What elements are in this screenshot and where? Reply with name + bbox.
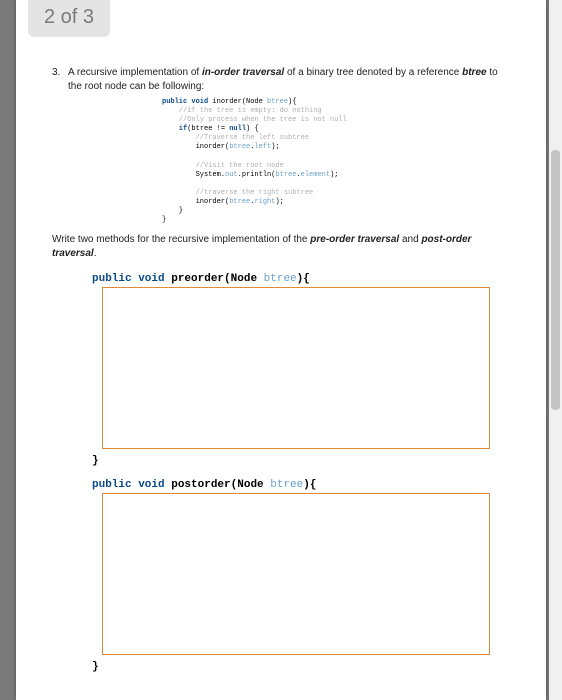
code-txt: ); bbox=[330, 171, 338, 179]
code-var: btree bbox=[275, 171, 296, 179]
code-out: out bbox=[225, 171, 238, 179]
code-txt: inorder( bbox=[162, 143, 229, 151]
postorder-close-brace: } bbox=[92, 661, 510, 673]
followup-text: Write two methods for the recursive impl… bbox=[52, 233, 510, 261]
document-page: 2 of 3 3. A recursive implementation of … bbox=[16, 0, 546, 700]
sig-kw: public void bbox=[92, 479, 165, 491]
question-text: A recursive implementation of in-order t… bbox=[68, 66, 510, 94]
code-txt: System. bbox=[162, 171, 225, 179]
preorder-signature: public void preorder(Node btree){ bbox=[92, 273, 510, 285]
code-var: element bbox=[301, 171, 330, 179]
code-kw: public void bbox=[162, 98, 208, 106]
code-var: btree bbox=[229, 198, 250, 206]
question-text-b: of a binary tree denoted by a reference bbox=[284, 67, 462, 78]
term-preorder: pre-order traversal bbox=[310, 234, 399, 245]
sig-txt: preorder(Node bbox=[165, 273, 264, 285]
code-txt: inorder(Node bbox=[208, 98, 267, 106]
sig-param: btree bbox=[264, 273, 297, 285]
term-inorder: in-order traversal bbox=[202, 67, 284, 78]
sig-txt: ){ bbox=[303, 479, 316, 491]
code-sample: public void inorder(Node btree){ //if th… bbox=[162, 98, 510, 225]
question-text-a: A recursive implementation of bbox=[68, 67, 202, 78]
sig-param: btree bbox=[270, 479, 303, 491]
term-btree: btree bbox=[462, 67, 486, 78]
followup-c: . bbox=[94, 248, 97, 259]
code-var: btree bbox=[229, 143, 250, 151]
code-var: left bbox=[254, 143, 271, 151]
followup-a: Write two methods for the recursive impl… bbox=[52, 234, 310, 245]
preorder-answer-box bbox=[102, 287, 490, 449]
postorder-signature: public void postorder(Node btree){ bbox=[92, 479, 510, 491]
code-comment: //Traverse the left subtree bbox=[162, 134, 309, 142]
code-txt: ); bbox=[275, 198, 283, 206]
followup-b: and bbox=[399, 234, 421, 245]
code-txt: } bbox=[162, 207, 183, 215]
code-txt: (btree != bbox=[187, 125, 229, 133]
viewer-viewport: 2 of 3 3. A recursive implementation of … bbox=[0, 0, 562, 700]
question-row: 3. A recursive implementation of in-orde… bbox=[52, 66, 510, 94]
code-var: btree bbox=[267, 98, 288, 106]
code-comment: //Only process when the tree is not null bbox=[162, 116, 347, 124]
sig-kw: public void bbox=[92, 273, 165, 285]
scrollbar-thumb[interactable] bbox=[551, 150, 560, 410]
code-txt: ){ bbox=[288, 98, 296, 106]
page-content: 3. A recursive implementation of in-orde… bbox=[52, 66, 510, 673]
code-txt: .println( bbox=[238, 171, 276, 179]
code-txt: ) { bbox=[246, 125, 259, 133]
sig-txt: postorder(Node bbox=[165, 479, 271, 491]
code-comment: //traverse the right subtree bbox=[162, 189, 313, 197]
code-var: right bbox=[254, 198, 275, 206]
vertical-scrollbar[interactable] bbox=[549, 0, 562, 700]
code-kw: null bbox=[229, 125, 246, 133]
code-comment: //Visit the root node bbox=[162, 162, 284, 170]
code-kw: if bbox=[162, 125, 187, 133]
postorder-answer-box bbox=[102, 493, 490, 655]
code-comment: //if the tree is empty: do nothing bbox=[162, 107, 322, 115]
page-indicator-badge: 2 of 3 bbox=[28, 0, 110, 37]
code-txt: } bbox=[162, 216, 166, 224]
sig-txt: ){ bbox=[297, 273, 310, 285]
code-txt: ); bbox=[271, 143, 279, 151]
preorder-close-brace: } bbox=[92, 455, 510, 467]
question-number: 3. bbox=[52, 66, 68, 94]
code-txt: inorder( bbox=[162, 198, 229, 206]
